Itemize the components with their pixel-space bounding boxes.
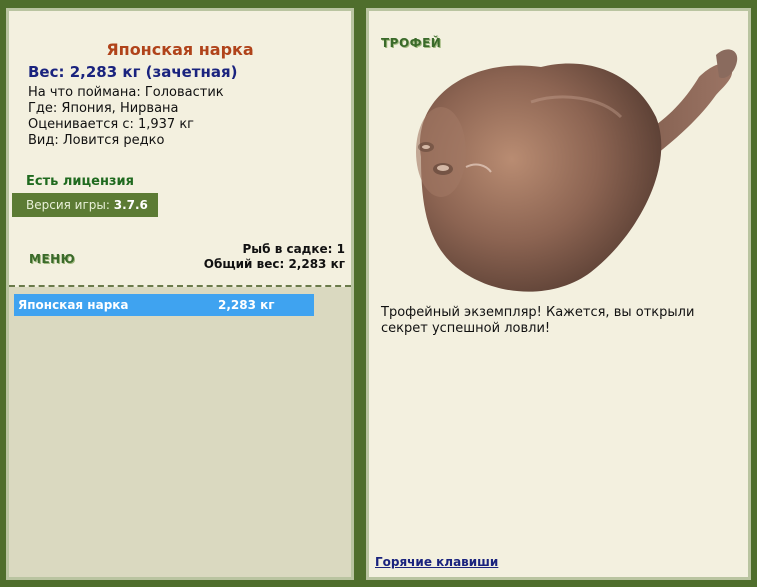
bait-info: На что поймана: Головастик — [28, 85, 224, 100]
keepnet-count: Рыб в садке: 1 — [242, 242, 346, 256]
version-value: 3.7.6 — [113, 198, 148, 212]
trophy-heading: ТРОФЕЙ — [381, 36, 442, 50]
keepnet-list: Японская нарка 2,283 кг — [9, 287, 351, 577]
license-status: Есть лицензия — [26, 174, 134, 189]
fish-name-title: Японская нарка — [106, 40, 254, 59]
keepnet-row-selected[interactable]: Японская нарка 2,283 кг — [14, 294, 314, 316]
keepnet-summary: Рыб в садке: 1 Общий вес: 2,283 кг — [204, 242, 345, 272]
version-label: Версия игры: — [26, 198, 110, 212]
location-info: Где: Япония, Нирвана — [28, 101, 179, 116]
trophy-message: Трофейный экземпляр! Кажется, вы открыли… — [381, 305, 695, 336]
min-weight-info: Оценивается с: 1,937 кг — [28, 117, 195, 132]
trophy-panel: ТРОФЕЙ Трофейный экземпляр! Кажется, вы … — [366, 8, 751, 580]
rarity-info: Вид: Ловится редко — [28, 133, 165, 148]
fish-trophy-image — [381, 37, 741, 301]
hotkeys-link[interactable]: Горячие клавиши — [375, 555, 498, 569]
fish-weight: Вес: 2,283 кг (зачетная) — [28, 63, 238, 81]
game-version-badge: Версия игры: 3.7.6 — [12, 193, 158, 217]
keepnet-row-weight: 2,283 кг — [218, 298, 275, 312]
keepnet-total-weight: Общий вес: 2,283 кг — [203, 257, 345, 271]
fish-info-panel: Японская нарка Вес: 2,283 кг (зачетная) … — [6, 8, 354, 580]
menu-button[interactable]: МЕНЮ — [29, 252, 75, 266]
keepnet-row-name: Японская нарка — [18, 298, 129, 312]
